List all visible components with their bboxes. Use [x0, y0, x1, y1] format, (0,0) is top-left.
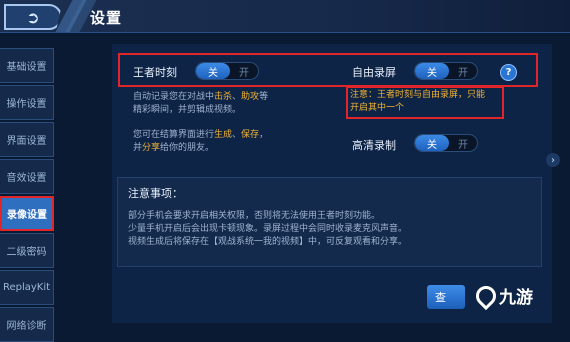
- top-bar: ➲ 设置: [0, 0, 570, 33]
- desc-text: 、: [232, 92, 242, 102]
- hd-record-on-option[interactable]: 开: [449, 135, 477, 151]
- warning-text: 注意：王者时刻与自由录屏，只能 开启其中一个: [350, 89, 485, 115]
- sidebar-item-sound[interactable]: 音效设置: [0, 159, 54, 194]
- notice-line: 部分手机会要求开启相关权限，否则将无法使用王者时刻功能。: [128, 211, 381, 221]
- notice-line: 视频生成后将保存在【观战系统一我的视频】中，可反复观看和分享。: [128, 237, 408, 247]
- desc-text: 等: [259, 92, 269, 102]
- desc-text: 给你的朋友。: [160, 143, 215, 153]
- back-arrow-icon: ➲: [26, 7, 40, 27]
- sidebar-item-recording[interactable]: 录像设置: [0, 196, 54, 231]
- query-button[interactable]: 查: [427, 285, 465, 309]
- watermark: 九游: [471, 281, 533, 310]
- free-record-on-option[interactable]: 开: [449, 63, 477, 79]
- desc-text: 、: [232, 130, 242, 140]
- desc-text: 自动记录您在对战中: [133, 92, 215, 102]
- warning-line: 开启其中一个: [350, 103, 405, 113]
- desc-highlight-share: 分享: [142, 143, 161, 153]
- desc-text: 并: [133, 143, 143, 153]
- king-moment-description: 自动记录您在对战中击杀、助攻等 精彩瞬间，并剪辑成视频。: [133, 91, 268, 117]
- notice-line: 少量手机开启后会出现卡顿现象。录屏过程中会同时收录麦克风声音。: [128, 224, 408, 234]
- notice-body: 部分手机会要求开启相关权限，否则将无法使用王者时刻功能。 少量手机开启后会出现卡…: [128, 210, 407, 249]
- desc-highlight-kill: 击杀: [214, 92, 233, 102]
- desc-text: ，: [259, 130, 269, 140]
- free-record-off-option[interactable]: 关: [415, 63, 449, 79]
- desc-text: 您可在结算界面进行: [133, 130, 215, 140]
- hd-record-off-option[interactable]: 关: [415, 135, 449, 151]
- chevron-right-icon[interactable]: ›: [546, 153, 560, 167]
- king-moment-label: 王者时刻: [133, 66, 177, 79]
- sidebar: 基础设置 操作设置 界面设置 音效设置 录像设置 二级密码 ReplayKit …: [0, 48, 56, 342]
- desc-text: 精彩瞬间，并剪辑成视频。: [133, 105, 242, 115]
- king-moment-off-option[interactable]: 关: [196, 63, 230, 79]
- sidebar-item-basic[interactable]: 基础设置: [0, 48, 54, 83]
- watermark-text: 九游: [499, 288, 533, 308]
- king-moment-on-option[interactable]: 开: [230, 63, 258, 79]
- brand-logo-icon: [471, 281, 501, 310]
- free-record-toggle[interactable]: 关 开: [414, 62, 478, 80]
- sidebar-item-replaykit[interactable]: ReplayKit: [0, 270, 54, 305]
- sidebar-item-secondary-password[interactable]: 二级密码: [0, 233, 54, 268]
- back-button[interactable]: ➲: [4, 4, 62, 30]
- notice-panel: 注意事项： 部分手机会要求开启相关权限，否则将无法使用王者时刻功能。 少量手机开…: [117, 177, 542, 267]
- desc-highlight-save: 保存: [241, 130, 260, 140]
- desc-highlight-generate: 生成: [214, 130, 233, 140]
- hd-record-toggle[interactable]: 关 开: [414, 134, 478, 152]
- king-moment-toggle[interactable]: 关 开: [195, 62, 259, 80]
- settlement-description: 您可在结算界面进行生成、保存， 并分享给你的朋友。: [133, 129, 268, 155]
- desc-highlight-assist: 助攻: [241, 92, 260, 102]
- sidebar-item-controls[interactable]: 操作设置: [0, 85, 54, 120]
- notice-title: 注意事项：: [128, 187, 183, 200]
- page-title: 设置: [90, 9, 123, 27]
- sidebar-item-network[interactable]: 网络诊断: [0, 307, 54, 342]
- free-record-label: 自由录屏: [352, 66, 396, 79]
- hd-record-label: 高清录制: [352, 139, 396, 152]
- sidebar-item-interface[interactable]: 界面设置: [0, 122, 54, 157]
- help-icon[interactable]: ?: [500, 64, 517, 81]
- warning-line: 注意：王者时刻与自由录屏，只能: [350, 90, 486, 100]
